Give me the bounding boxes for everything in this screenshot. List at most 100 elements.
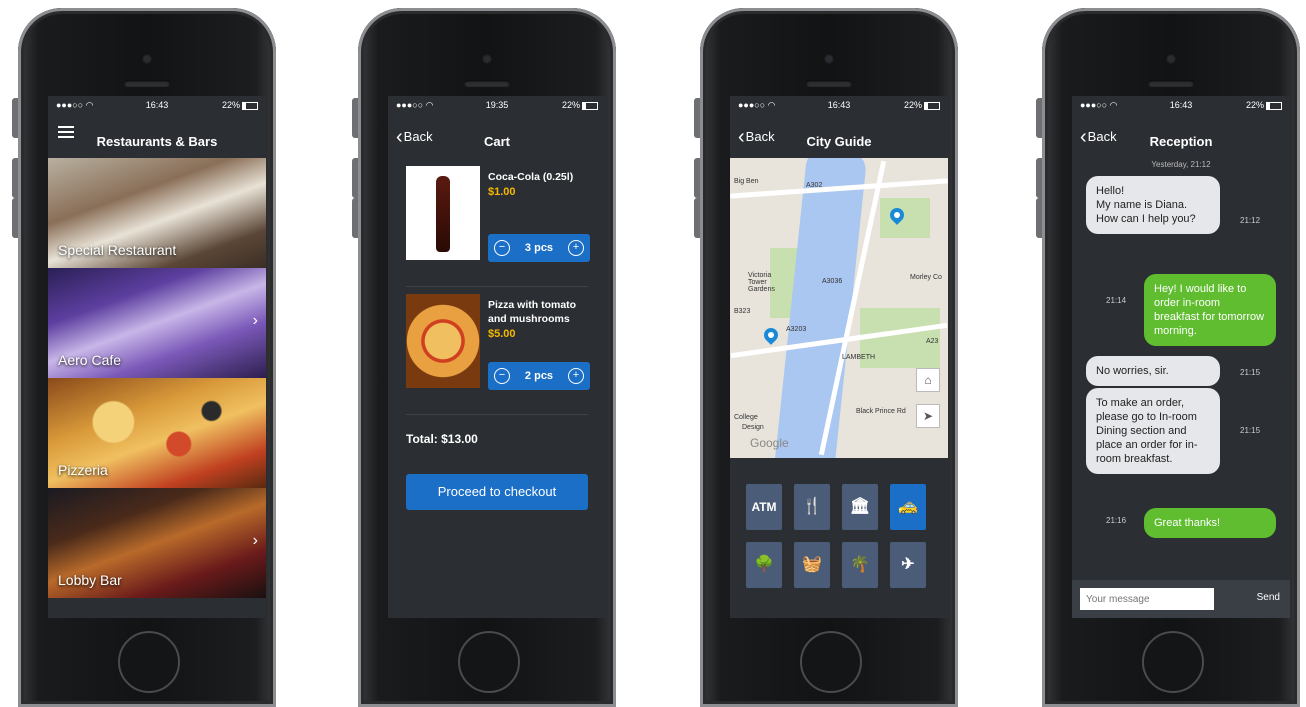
battery-indicator: 22% (222, 100, 258, 110)
map-label: A3203 (786, 326, 807, 333)
chevron-right-icon: › (252, 532, 258, 549)
list-item-label: Aero Cafe (58, 352, 122, 368)
plus-icon[interactable]: + (567, 240, 584, 256)
earpiece-speaker (1148, 80, 1194, 87)
restaurants-screen: ●●●○○ ◠ 16:43 22% Restaurants & Bars Spe… (48, 96, 266, 618)
page-title: Reception (1149, 134, 1213, 149)
airport-button[interactable]: ✈ (890, 542, 926, 588)
battery-icon (1266, 101, 1282, 110)
message-input[interactable] (1080, 588, 1214, 610)
museum-icon: 🏛 (849, 498, 871, 515)
shopping-icon: 🧺 (802, 556, 822, 573)
message-time: 21:15 (1240, 368, 1261, 377)
battery-icon (582, 101, 598, 110)
message-time: 21:16 (1106, 516, 1127, 525)
send-button[interactable]: Send (1257, 592, 1280, 603)
city-guide-screen: ●●●○○ ◠ 16:43 22% ‹Back City Guide Big B… (730, 96, 948, 618)
map-view[interactable]: Big Ben A302 Victoria Tower Gardens B323… (730, 158, 948, 458)
message-bubble: To make an order, please go to In-room D… (1086, 388, 1220, 474)
page-title: City Guide (806, 134, 872, 149)
atm-button[interactable]: ATM (746, 484, 782, 530)
product-image (406, 294, 480, 388)
battery-icon (242, 101, 258, 110)
quantity-stepper: − 2 pcs + (488, 362, 590, 390)
message-time: 21:12 (1240, 216, 1261, 225)
status-bar: ●●●○○ ◠ 16:43 22% (730, 100, 948, 114)
message-time: 21:15 (1240, 426, 1261, 435)
list-item-label: Special Restaurant (58, 242, 177, 258)
location-pin-icon[interactable] (761, 325, 781, 345)
quantity-stepper: − 3 pcs + (488, 234, 590, 262)
map-label: College (734, 414, 758, 421)
restaurant-icon: 🍴 (802, 498, 822, 515)
shopping-button[interactable]: 🧺 (794, 542, 830, 588)
minus-icon[interactable]: − (494, 240, 510, 256)
map-label: Big Ben (734, 178, 759, 185)
battery-percent: 22% (1245, 100, 1264, 110)
list-item-label: Lobby Bar (58, 572, 122, 588)
cart-screen: ●●●○○ ◠ 19:35 22% ‹Back Cart Coca-Cola (… (388, 96, 606, 618)
category-grid: ATM 🍴 🏛 🚕 🌳 🧺 🌴 ✈ (746, 484, 926, 588)
checkout-button[interactable]: Proceed to checkout (406, 474, 588, 510)
list-item-pizzeria[interactable]: Pizzeria (48, 378, 266, 488)
map-park (880, 198, 930, 238)
locate-me-button[interactable]: ➤ (916, 404, 940, 428)
battery-indicator: 22% (904, 100, 940, 110)
minus-icon[interactable]: − (494, 368, 510, 384)
message-bubble: No worries, sir. (1086, 356, 1220, 386)
quantity-value: 3 pcs (524, 242, 554, 254)
home-button[interactable] (800, 631, 862, 693)
map-label: Victoria Tower Gardens (748, 272, 775, 293)
message-composer: Send (1072, 580, 1290, 618)
restaurant-button[interactable]: 🍴 (794, 484, 830, 530)
nav-bar: ‹Back Reception (1072, 116, 1290, 156)
home-button[interactable] (118, 631, 180, 693)
list-item-label: Pizzeria (58, 462, 108, 478)
message-bubble: Hello! My name is Diana. How can I help … (1086, 176, 1220, 234)
earpiece-speaker (464, 80, 510, 87)
cart-total: Total: $13.00 (406, 432, 478, 446)
beach-button[interactable]: 🌴 (842, 542, 878, 588)
phone-cart: ●●●○○ ◠ 19:35 22% ‹Back Cart Coca-Cola (… (352, 8, 616, 707)
quantity-value: 2 pcs (524, 370, 554, 382)
reception-screen: ●●●○○ ◠ 16:43 22% ‹Back Reception Yester… (1072, 96, 1290, 618)
list-item-special-restaurant[interactable]: Special Restaurant (48, 158, 266, 268)
status-bar: ●●●○○ ◠ 16:43 22% (1072, 100, 1290, 114)
cart-item-coca-cola: Coca-Cola (0.25l) $1.00 − 3 pcs + (406, 166, 590, 287)
chat-date: Yesterday, 21:12 (1151, 160, 1211, 169)
airport-icon: ✈ (901, 556, 915, 573)
status-bar: ●●●○○ ◠ 19:35 22% (388, 100, 606, 114)
beach-icon: 🌴 (850, 556, 870, 573)
phone-city-guide: ●●●○○ ◠ 16:43 22% ‹Back City Guide Big B… (694, 8, 958, 707)
message-bubble: Great thanks! (1144, 508, 1276, 538)
home-button[interactable] (1142, 631, 1204, 693)
page-title: Restaurants & Bars (96, 134, 218, 149)
taxi-button[interactable]: 🚕 (890, 484, 926, 530)
map-attribution: Google (750, 436, 789, 450)
list-item-lobby-bar[interactable]: Lobby Bar › (48, 488, 266, 598)
product-image (406, 166, 480, 260)
chevron-right-icon: › (252, 312, 258, 329)
map-label: A3036 (822, 278, 843, 285)
battery-icon (924, 101, 940, 110)
nav-bar: ‹Back City Guide (730, 116, 948, 156)
map-label: Black Prince Rd (856, 408, 906, 415)
museum-button[interactable]: 🏛 (842, 484, 878, 530)
product-name: Pizza with tomato and mushrooms (488, 299, 577, 325)
map-label: Design (742, 424, 764, 431)
map-label: A23 (926, 338, 939, 345)
list-item-aero-cafe[interactable]: Aero Cafe › (48, 268, 266, 378)
phone-reception: ●●●○○ ◠ 16:43 22% ‹Back Reception Yester… (1036, 8, 1300, 707)
plus-icon[interactable]: + (567, 368, 584, 384)
park-button[interactable]: 🌳 (746, 542, 782, 588)
nav-bar: ‹Back Cart (388, 116, 606, 156)
nav-bar: Restaurants & Bars (48, 116, 266, 156)
map-label: LAMBETH (842, 354, 876, 361)
map-label: B323 (734, 308, 751, 315)
home-button[interactable] (458, 631, 520, 693)
park-icon: 🌳 (754, 556, 774, 573)
battery-indicator: 22% (1246, 100, 1282, 110)
battery-percent: 22% (903, 100, 922, 110)
home-map-button[interactable]: ⌂ (916, 368, 940, 392)
cart-item-pizza: Pizza with tomato and mushrooms $5.00 − … (406, 294, 590, 415)
